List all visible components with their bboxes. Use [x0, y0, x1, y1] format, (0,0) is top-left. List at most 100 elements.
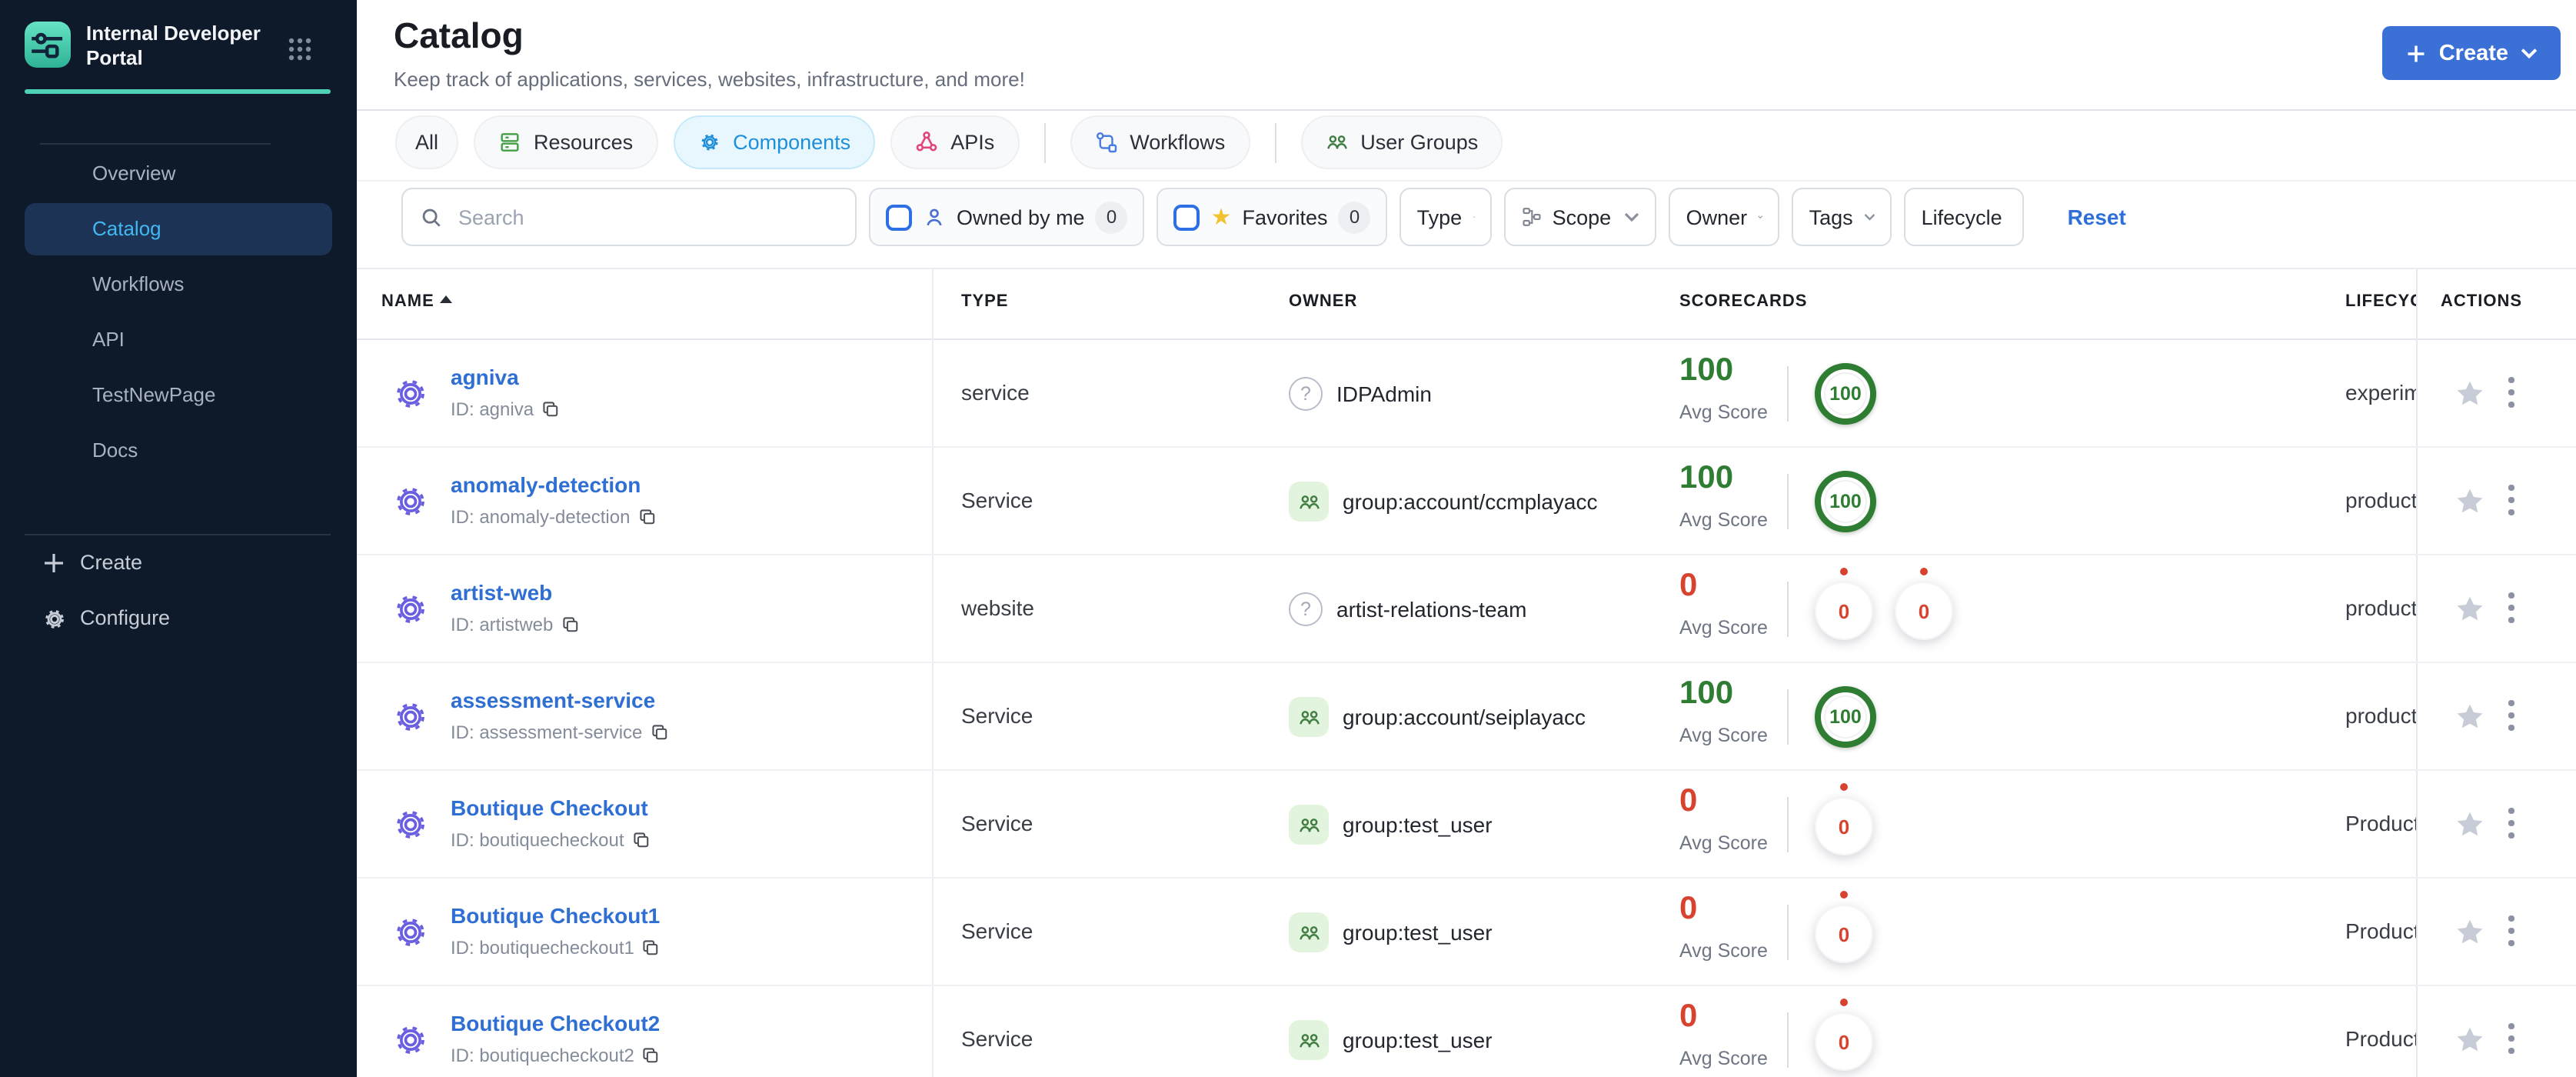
- component-name-link[interactable]: agniva: [451, 365, 519, 389]
- favorite-star-icon[interactable]: [2455, 1025, 2485, 1063]
- component-name-link[interactable]: Boutique Checkout1: [451, 903, 660, 928]
- chevron-down-icon: [1625, 212, 1639, 222]
- lifecycle-dropdown[interactable]: Lifecycle: [1904, 188, 2025, 246]
- lifecycle-cell: experimental: [2345, 380, 2416, 405]
- app-grid-icon[interactable]: [288, 37, 312, 69]
- sidebar-create-label: Create: [80, 551, 143, 574]
- component-gear-icon: [391, 697, 431, 745]
- hierarchy-icon: [1523, 208, 1542, 226]
- owned-by-me-count: 0: [1095, 201, 1128, 233]
- owner-cell: group:test_user: [1289, 771, 1493, 879]
- question-circle-icon: ?: [1289, 377, 1323, 411]
- favorites-count: 0: [1338, 201, 1371, 233]
- column-header-scorecards[interactable]: SCORECARDS: [1679, 292, 1807, 311]
- type-cell: Service: [961, 811, 1033, 835]
- brand-title: Internal Developer Portal: [86, 22, 261, 70]
- table-row: Boutique Checkout ID: boutiquecheckout S…: [357, 771, 2576, 879]
- question-circle-icon: ?: [1289, 592, 1323, 626]
- copy-icon[interactable]: [642, 939, 661, 957]
- component-id: ID: anomaly-detection: [451, 506, 656, 528]
- page-title: Catalog: [394, 15, 524, 55]
- divider: [1274, 122, 1276, 162]
- owner-cell: group:account/ccmplayacc: [1289, 448, 1598, 555]
- favorite-star-icon[interactable]: [2455, 594, 2485, 632]
- scope-dropdown[interactable]: Scope: [1504, 188, 1657, 246]
- component-gear-icon: [391, 805, 431, 852]
- kind-tabs: All Resources Components APIs Workflows …: [395, 115, 1503, 169]
- owned-by-me-checkbox[interactable]: [886, 204, 912, 230]
- owner-cell: ? IDPAdmin: [1289, 340, 1432, 448]
- owner-dropdown[interactable]: Owner: [1669, 188, 1780, 246]
- favorites-filter[interactable]: ★ Favorites 0: [1157, 188, 1388, 246]
- sidebar-item-workflows[interactable]: Workflows: [25, 258, 332, 311]
- component-gear-icon: [391, 1020, 431, 1068]
- row-menu-icon[interactable]: [2508, 485, 2514, 522]
- reset-filters-link[interactable]: Reset: [2068, 205, 2126, 229]
- favorite-star-icon[interactable]: [2455, 702, 2485, 740]
- create-button[interactable]: Create: [2381, 26, 2561, 80]
- sidebar-item-testnewpage[interactable]: TestNewPage: [25, 369, 332, 422]
- component-name-link[interactable]: Boutique Checkout2: [451, 1011, 660, 1035]
- user-group-icon: [1289, 482, 1329, 522]
- sidebar-item-catalog[interactable]: Catalog: [25, 203, 332, 255]
- divider: [1787, 366, 1789, 422]
- favorite-star-icon[interactable]: [2455, 486, 2485, 525]
- owned-by-me-filter[interactable]: Owned by me 0: [869, 188, 1145, 246]
- tab-resources[interactable]: Resources: [474, 115, 658, 169]
- table-row: artist-web ID: artistweb website ? artis…: [357, 555, 2576, 663]
- sidebar-create-button[interactable]: Create: [0, 535, 357, 591]
- row-menu-icon[interactable]: [2508, 915, 2514, 952]
- copy-icon[interactable]: [561, 615, 579, 634]
- copy-icon[interactable]: [642, 1046, 661, 1065]
- column-header-type[interactable]: TYPE: [961, 292, 1008, 311]
- copy-icon[interactable]: [637, 508, 656, 526]
- tab-components[interactable]: Components: [673, 115, 876, 169]
- favorite-star-icon[interactable]: [2455, 809, 2485, 848]
- favorites-checkbox[interactable]: [1173, 204, 1200, 230]
- type-dropdown[interactable]: Type: [1399, 188, 1493, 246]
- column-header-name[interactable]: NAME: [381, 292, 453, 311]
- column-header-lifecycle[interactable]: LIFECYCLE: [2345, 292, 2416, 311]
- component-name-link[interactable]: artist-web: [451, 580, 552, 605]
- column-header-owner[interactable]: OWNER: [1289, 292, 1357, 311]
- workflows-icon: [1096, 132, 1117, 153]
- user-group-icon: [1289, 697, 1329, 737]
- scorecard-ring: 100: [1815, 363, 1876, 425]
- sidebar-item-api[interactable]: API: [25, 314, 332, 366]
- avg-score-label: Avg Score: [1679, 832, 1768, 854]
- row-menu-icon[interactable]: [2508, 808, 2514, 845]
- lifecycle-cell: Production: [2345, 1026, 2416, 1051]
- row-menu-icon[interactable]: [2508, 1023, 2514, 1060]
- row-menu-icon[interactable]: [2508, 377, 2514, 414]
- tab-user-groups[interactable]: User Groups: [1300, 115, 1503, 169]
- component-name-link[interactable]: assessment-service: [451, 688, 655, 712]
- sidebar-item-overview[interactable]: Overview: [25, 148, 332, 200]
- tab-workflows[interactable]: Workflows: [1070, 115, 1250, 169]
- type-cell: service: [961, 380, 1030, 405]
- scorecard-ring: 100: [1815, 686, 1876, 748]
- component-name-link[interactable]: Boutique Checkout: [451, 795, 648, 820]
- tags-dropdown[interactable]: Tags: [1792, 188, 1892, 246]
- favorite-star-icon[interactable]: [2455, 917, 2485, 955]
- search-input[interactable]: [455, 204, 838, 230]
- type-cell: Service: [961, 919, 1033, 943]
- copy-icon[interactable]: [541, 400, 560, 418]
- avg-score-value: 100: [1679, 675, 1734, 711]
- copy-icon[interactable]: [650, 723, 668, 742]
- owner-cell: group:account/seiplayacc: [1289, 663, 1586, 771]
- sidebar-footer: Create Configure: [0, 534, 357, 646]
- component-name-link[interactable]: anomaly-detection: [451, 472, 641, 497]
- tab-all[interactable]: All: [395, 115, 459, 169]
- sidebar-item-docs[interactable]: Docs: [25, 425, 332, 477]
- gear-icon: [40, 605, 68, 632]
- favorite-star-icon[interactable]: [2455, 378, 2485, 417]
- row-menu-icon[interactable]: [2508, 700, 2514, 737]
- table-row: agniva ID: agniva service ? IDPAdmin 100…: [357, 340, 2576, 448]
- component-id: ID: boutiquecheckout: [451, 829, 651, 851]
- brand-accent-rule: [25, 89, 331, 94]
- row-menu-icon[interactable]: [2508, 592, 2514, 629]
- copy-icon[interactable]: [632, 831, 651, 849]
- sidebar-configure-button[interactable]: Configure: [0, 591, 357, 646]
- tab-apis[interactable]: APIs: [890, 115, 1020, 169]
- create-button-label: Create: [2438, 41, 2508, 65]
